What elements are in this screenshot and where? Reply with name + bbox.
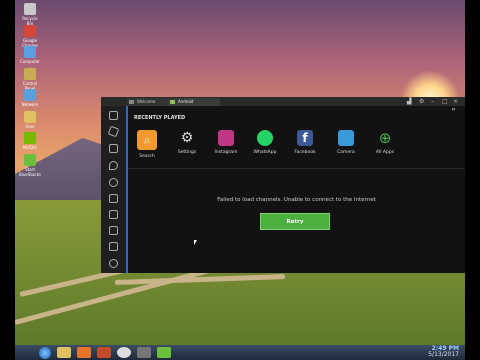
app-camera[interactable]: Camera: [333, 130, 359, 155]
chrome-icon: [24, 24, 36, 37]
bluestacks-taskbar-icon[interactable]: [157, 347, 171, 358]
computer-icon: [24, 46, 36, 58]
start-button[interactable]: [39, 346, 51, 359]
whatsapp-icon: [257, 130, 273, 146]
app-label: Instagram: [214, 150, 238, 155]
app-facebook[interactable]: f Facebook: [292, 130, 318, 155]
search-icon: ⌕: [137, 130, 157, 150]
app-label: Settings: [177, 150, 197, 155]
network-icon: [24, 89, 36, 101]
app-label: WhatsApp: [253, 150, 277, 155]
app-all-apps[interactable]: ⊕ All Apps: [372, 130, 398, 155]
title-bar: Welcome Android ▟ ⚙ – □ ×: [101, 97, 465, 106]
steam-icon[interactable]: [117, 347, 131, 358]
recycle-bin-icon: [24, 3, 36, 15]
app-label: Camera: [337, 150, 355, 155]
mouse-cursor: [194, 240, 197, 245]
desktop-shortcut-label: Network: [21, 102, 39, 107]
sidebar-camera-icon[interactable]: [109, 194, 118, 203]
desktop-shortcut[interactable]: Computer: [19, 46, 41, 64]
sidebar-rotate-icon[interactable]: [107, 125, 120, 138]
desktop-shortcut[interactable]: Network: [19, 89, 41, 107]
camera-icon: [338, 130, 354, 146]
app-icon[interactable]: [137, 347, 151, 358]
nvidia-icon: [24, 132, 36, 144]
sidebar: [101, 106, 126, 273]
retry-button[interactable]: Retry: [260, 213, 330, 230]
status-bar-clock: ▮▮: [451, 107, 455, 111]
minimize-icon[interactable]: –: [431, 97, 434, 106]
settings-icon[interactable]: ⚙: [419, 97, 424, 106]
desktop-shortcut-label: Start BlueStacks: [19, 166, 42, 177]
sidebar-copy-icon[interactable]: [109, 210, 118, 219]
sidebar-location-icon[interactable]: [109, 161, 118, 170]
sidebar-paste-icon[interactable]: [109, 226, 118, 235]
sidebar-shake-icon[interactable]: [109, 178, 118, 187]
desktop-shortcut[interactable]: Recycle Bin: [19, 3, 41, 26]
tab-android[interactable]: Android: [168, 98, 220, 106]
android-icon: [170, 100, 175, 104]
bluestacks-window: Welcome Android ▟ ⚙ – □ × ▮▮ RECENTLY PL…: [101, 97, 465, 273]
desktop-shortcut-label: User: [25, 123, 35, 129]
app-label: All Apps: [375, 150, 395, 155]
home-screen: ▮▮ RECENTLY PLAYED ⌕ Search ⚙ Settings Insta…: [128, 106, 465, 273]
close-icon[interactable]: ×: [453, 97, 458, 106]
all-apps-plus-icon: ⊕: [377, 129, 393, 147]
control-panel-icon: [24, 67, 36, 80]
desktop-shortcut[interactable]: Google Chrome: [19, 24, 41, 48]
desktop-shortcut-label: Computer: [20, 59, 40, 64]
sidebar-pages-icon[interactable]: [109, 111, 118, 120]
clock-date: 5/13/2017: [428, 351, 459, 358]
app-label: Search: [139, 154, 155, 159]
bluestacks-icon: [24, 153, 36, 166]
desktop-shortcut[interactable]: User: [19, 110, 41, 129]
vlc-icon[interactable]: [77, 347, 91, 358]
divider: [128, 168, 465, 169]
clock[interactable]: 2:49 PM 5/13/2017: [428, 346, 459, 358]
section-title: RECENTLY PLAYED: [134, 115, 186, 121]
settings-gear-icon: ⚙: [179, 130, 195, 146]
app-label: Facebook: [294, 150, 316, 155]
sidebar-help-icon[interactable]: [109, 259, 118, 268]
error-message: Failed to load channels. Unable to conne…: [217, 197, 376, 203]
explorer-icon[interactable]: [57, 347, 71, 358]
sidebar-volume-icon[interactable]: [109, 242, 118, 251]
app-instagram[interactable]: Instagram: [213, 130, 239, 155]
maximize-icon[interactable]: □: [442, 97, 448, 106]
instagram-icon: [218, 130, 234, 146]
user-folder-icon: [24, 110, 36, 123]
app-settings[interactable]: ⚙ Settings: [174, 130, 200, 155]
media-icon[interactable]: [97, 347, 111, 358]
desktop-shortcut[interactable]: NVIDIA: [19, 132, 41, 150]
app-search[interactable]: ⌕ Search: [134, 130, 160, 159]
sidebar-keyboard-icon[interactable]: [109, 144, 118, 153]
desktop: Recycle Bin Google Chrome Computer Control …: [15, 0, 465, 360]
facebook-icon: f: [297, 130, 313, 146]
welcome-icon: [129, 100, 134, 104]
app-whatsapp[interactable]: WhatsApp: [252, 130, 278, 155]
desktop-shortcut[interactable]: Control Panel: [19, 67, 41, 91]
taskbar: 2:49 PM 5/13/2017: [15, 345, 465, 360]
network-status-icon[interactable]: ▟: [407, 97, 412, 106]
desktop-shortcut[interactable]: Start BlueStacks: [19, 153, 42, 177]
desktop-shortcut-label: NVIDIA: [23, 145, 37, 150]
